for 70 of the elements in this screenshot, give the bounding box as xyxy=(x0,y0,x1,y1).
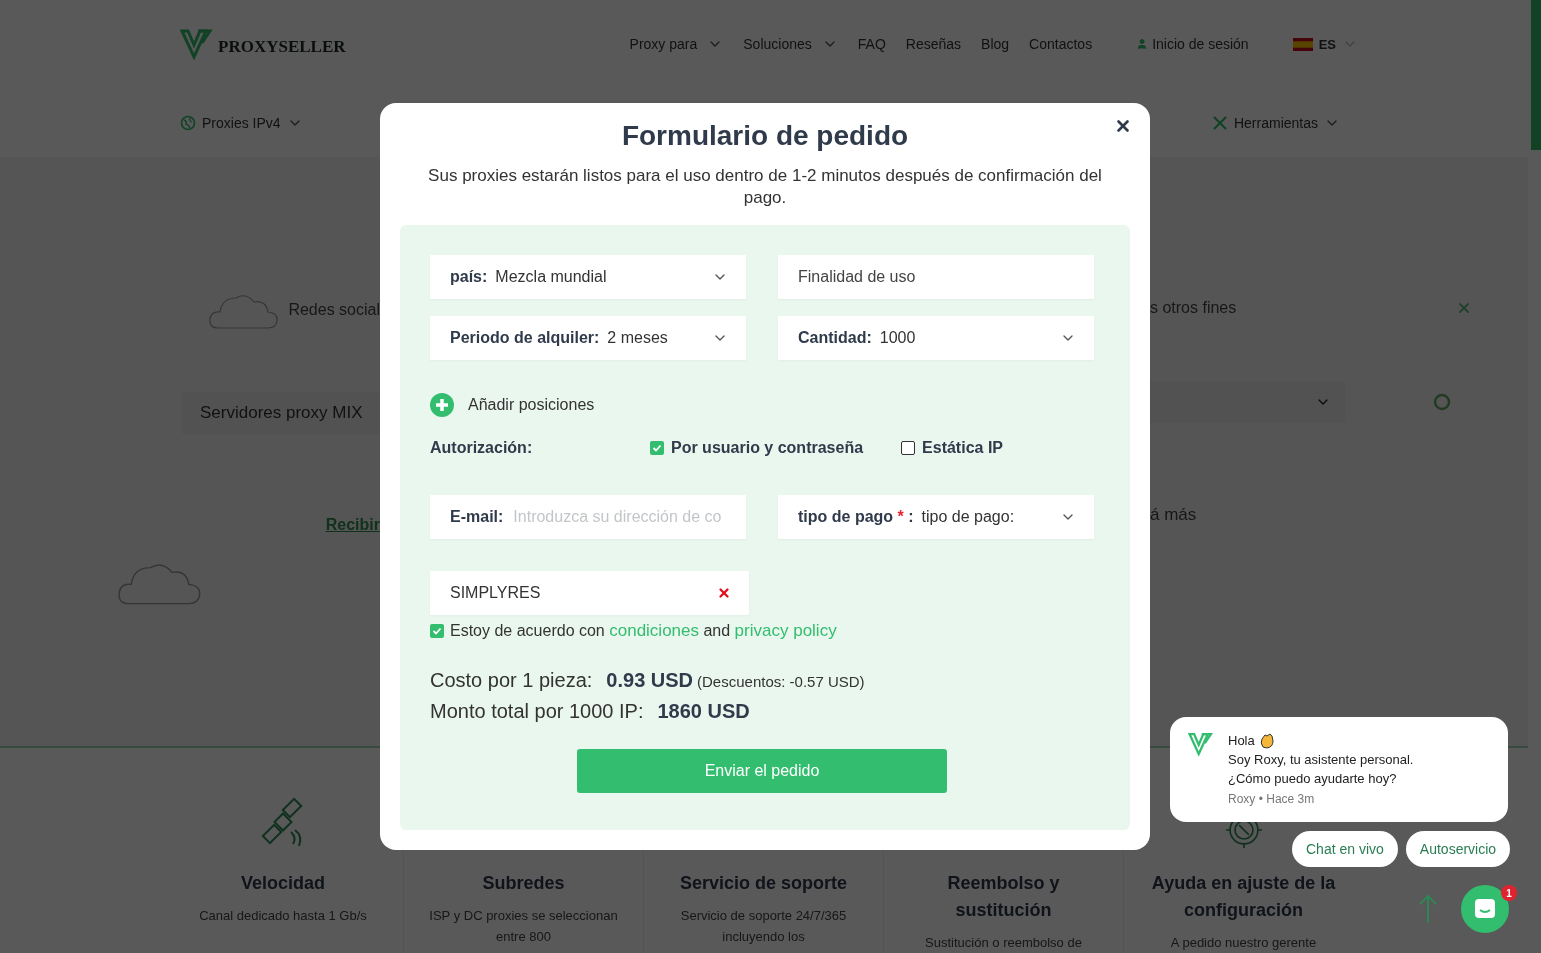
clear-button[interactable] xyxy=(717,586,731,600)
logo-icon xyxy=(1188,731,1214,757)
nav-link[interactable]: Contactos xyxy=(1029,36,1093,53)
logo-text[interactable]: PROXYSELLER xyxy=(218,37,346,58)
nav-link[interactable]: Proxy para xyxy=(629,36,724,53)
checkbox[interactable] xyxy=(901,441,916,455)
discount-text: (Descuentos: -0.57 USD) xyxy=(697,673,865,690)
price-value: 0.93 USD xyxy=(606,669,694,692)
feature-text: Servicio de soporte 24/7/365 incluyendo los xyxy=(679,907,848,946)
feature-text: Canal dedicado hasta 1 Gb/s xyxy=(199,907,367,925)
chat-option-button[interactable]: Autoservicio xyxy=(1405,831,1511,867)
checkbox[interactable] xyxy=(650,441,664,455)
select-field[interactable]: Periodo de alquiler: 2 meses xyxy=(430,316,746,360)
globe-icon xyxy=(180,115,196,131)
scrollbar-thumb[interactable] xyxy=(1531,0,1541,150)
payment-select[interactable]: tipo de pago * : tipo de pago: xyxy=(778,495,1094,539)
promo-code-field[interactable]: SIMPLYRES xyxy=(430,571,749,615)
checkbox[interactable] xyxy=(430,624,444,638)
feature-text: A pedido nuestro gerente xyxy=(1170,934,1317,952)
option-label: Estática IP xyxy=(922,439,1003,457)
chat-message: Soy Roxy, tu asistente personal. ¿Cómo puedo ayudarte hoy? xyxy=(1228,751,1414,788)
total-label: Monto total por 1000 IP: xyxy=(430,700,644,723)
feature-title: Subredes xyxy=(482,872,565,895)
nav-link[interactable]: Reseñas xyxy=(905,36,962,53)
category-menu[interactable]: Herramientas xyxy=(1211,115,1340,131)
logo-icon xyxy=(180,27,214,62)
close-button[interactable] xyxy=(1114,117,1132,135)
login-link[interactable]: Inicio de sesión xyxy=(1136,36,1249,53)
scroll-top-button[interactable] xyxy=(1418,894,1438,924)
checkmark-icon xyxy=(432,626,442,636)
price-label: Costo por 1 pieza: xyxy=(430,669,593,692)
email-field[interactable]: E-mail: Introduzca su dirección de co xyxy=(430,495,746,539)
select-field[interactable]: país: Mezcla mundial xyxy=(430,255,746,299)
topic-label: Redes social xyxy=(288,301,380,320)
dialog-title: Formulario de pedido xyxy=(621,119,909,153)
feature-title: Reembolso y sustitución xyxy=(946,872,1061,922)
email-input[interactable]: Introduzca su dirección de co xyxy=(511,507,728,527)
language-selector[interactable]: ES xyxy=(1292,36,1358,53)
info-text: á más xyxy=(1150,505,1197,526)
feature-title: Ayuda en ajuste de la configuración xyxy=(1150,872,1337,922)
select-field[interactable]: Cantidad: 1000 xyxy=(778,316,1094,360)
flag-icon xyxy=(1292,37,1313,51)
plus-icon xyxy=(430,393,454,417)
chat-option-button[interactable]: Chat en vivo xyxy=(1292,831,1398,867)
chat-icon xyxy=(1474,898,1496,920)
submit-button[interactable]: Enviar el pedido xyxy=(577,749,947,793)
category-menu[interactable]: Proxies IPv4 xyxy=(180,115,303,131)
authorization-label: Autorización: xyxy=(430,439,534,457)
option-label: Por usuario y contraseña xyxy=(671,439,864,457)
dialog-subtitle: Sus proxies estarán listos para el uso dentro de 1-2 minutos después de confirmación del pago. xyxy=(427,165,1103,209)
add-positions-button[interactable]: Añadir posiciones xyxy=(430,393,595,417)
nav-link[interactable]: FAQ xyxy=(857,36,886,53)
feature-text: Sustitución o reembolso de xyxy=(925,934,1082,952)
ring-icon xyxy=(1433,393,1451,412)
input-field[interactable]: Finalidad de uso xyxy=(778,255,1094,299)
agreement-text: Estoy de acuerdo con condiciones and privacy policy xyxy=(450,621,837,641)
feature-title: Velocidad xyxy=(240,872,325,895)
topic-label: s otros fines xyxy=(1150,299,1237,318)
user-icon xyxy=(1136,38,1149,51)
nav-link[interactable]: Blog xyxy=(981,36,1010,53)
checkmark-icon xyxy=(652,443,662,453)
feature-title: Servicio de soporte xyxy=(679,872,848,895)
nav-link[interactable]: Soluciones xyxy=(743,36,838,53)
terms-link[interactable]: condiciones xyxy=(609,621,699,640)
message-meta: Roxy • Hace 3m xyxy=(1228,792,1316,806)
total-value: 1860 USD xyxy=(657,700,750,723)
receive-link[interactable]: Recibir xyxy=(325,516,380,535)
greeting-text: Hola xyxy=(1228,732,1255,750)
feature-text: ISP y DC proxies se seleccionan entre 800 xyxy=(428,907,619,946)
privacy-link[interactable]: privacy policy xyxy=(734,621,837,640)
